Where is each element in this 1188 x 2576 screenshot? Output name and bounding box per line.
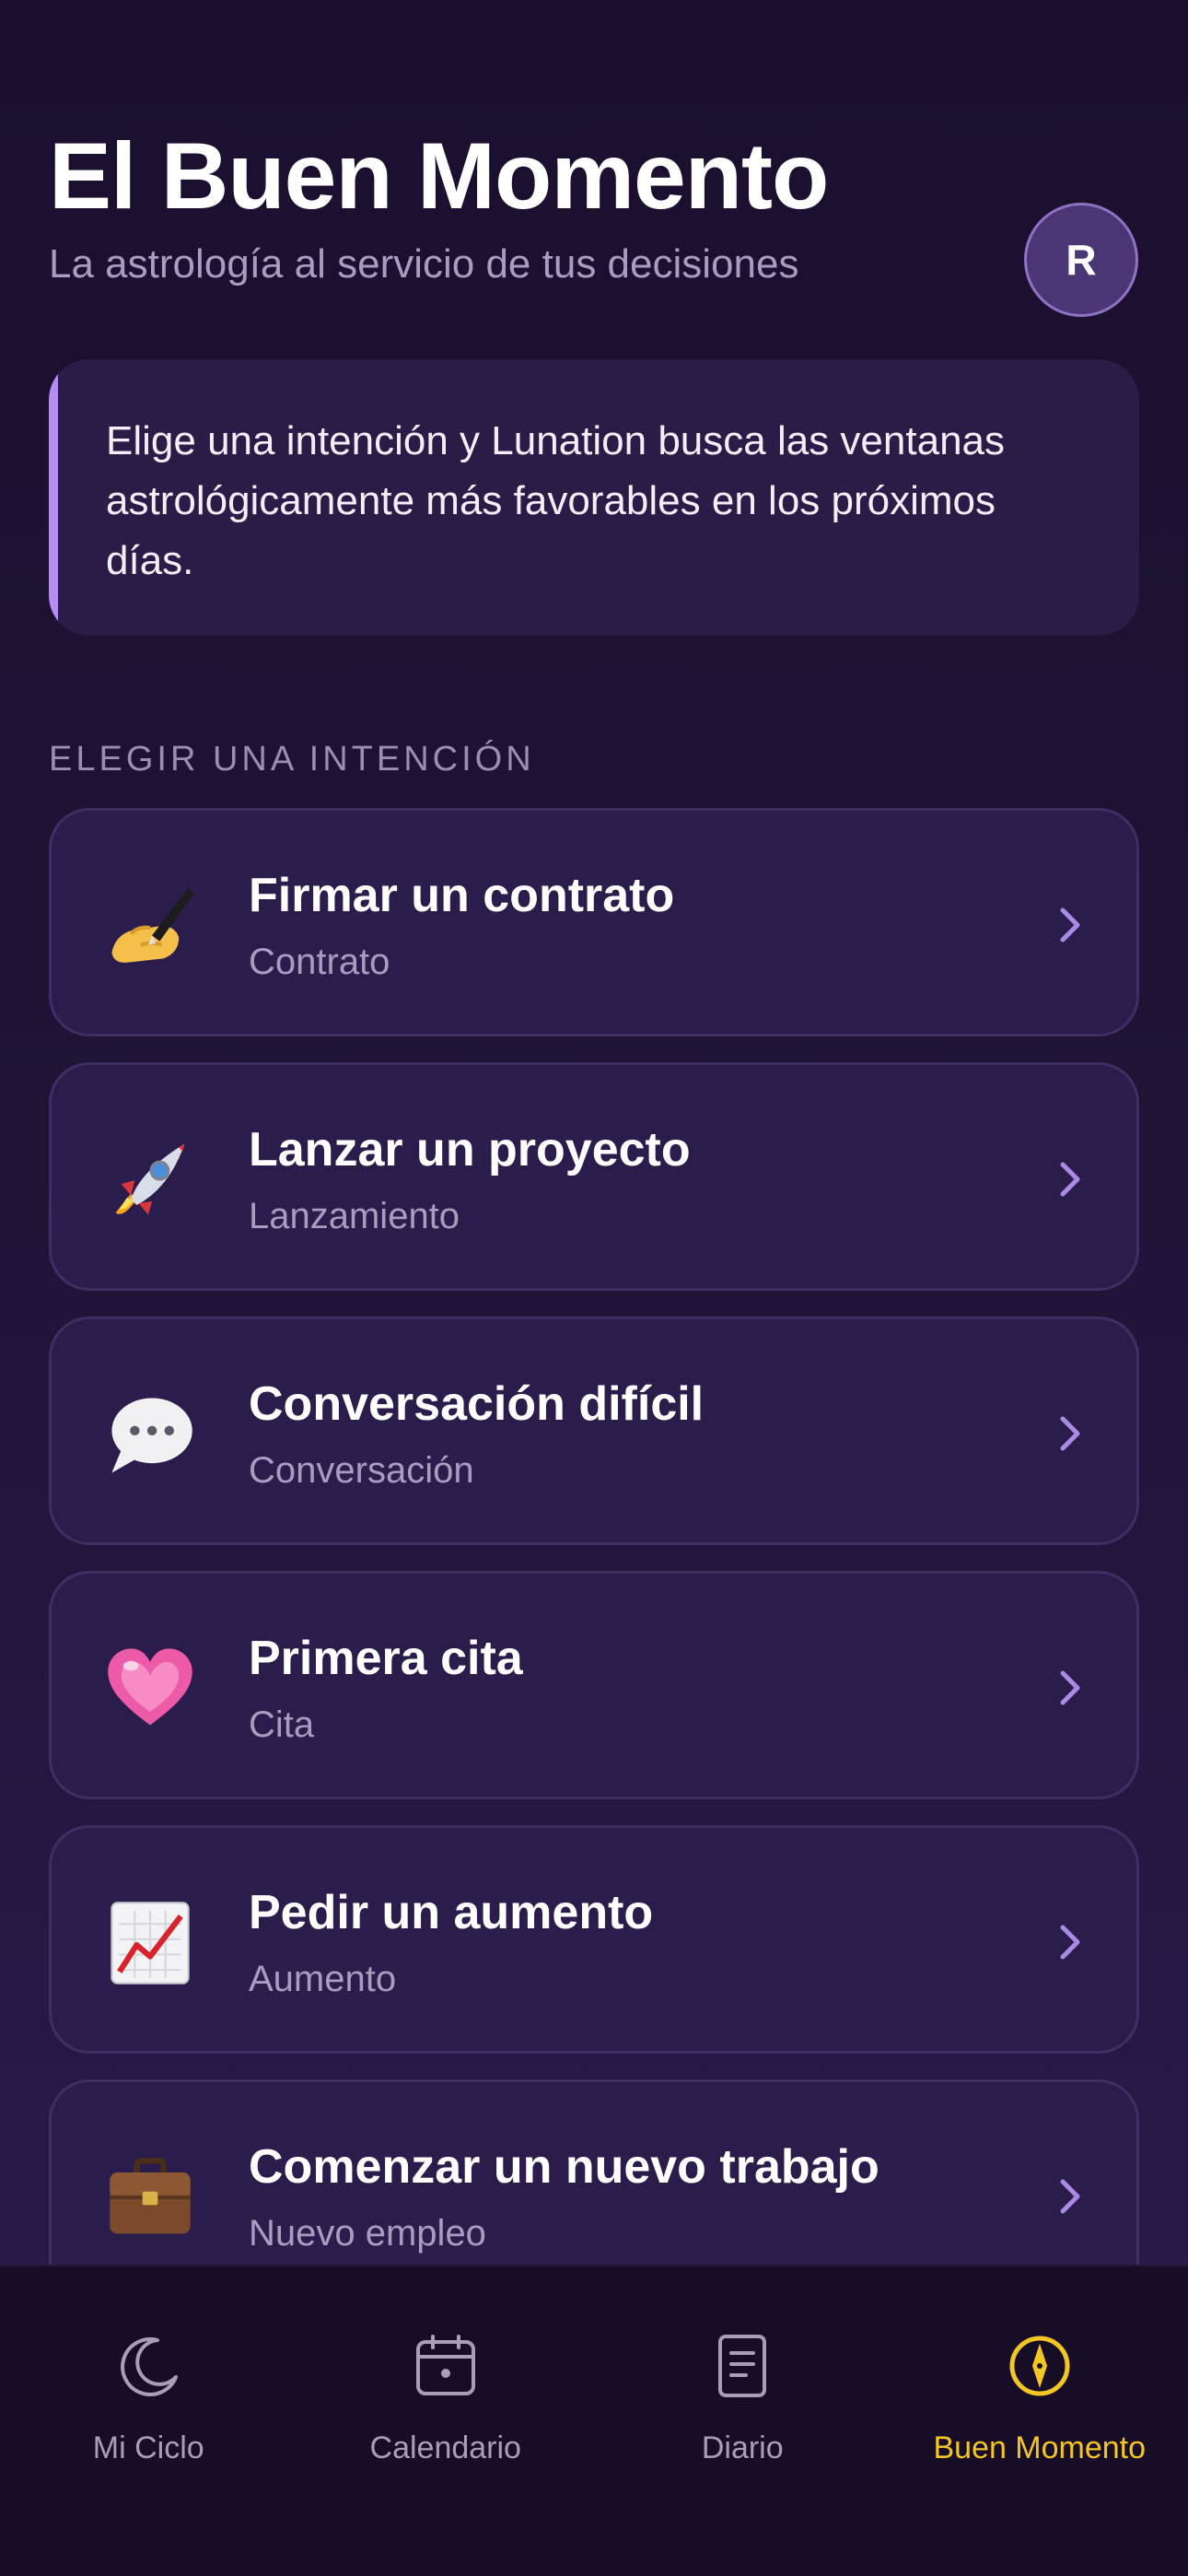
tab-label: Calendario: [369, 2430, 521, 2465]
section-label: ELEGIR UNA INTENCIÓN: [49, 740, 535, 779]
chevron-right-icon: [1060, 1162, 1080, 1197]
intention-title: Lanzar un proyecto: [249, 1123, 691, 1177]
intention-title: Conversación difícil: [249, 1377, 705, 1431]
intention-card-lanzar-proyecto[interactable]: Lanzar un proyecto Lanzamiento: [49, 1062, 1139, 1291]
profile-avatar-button[interactable]: R: [1024, 203, 1138, 317]
chevron-right-icon: [1060, 2179, 1080, 2214]
tab-label: Diario: [701, 2430, 784, 2465]
intention-subtitle: Lanzamiento: [249, 1196, 460, 1236]
info-card: Elige una intención y Lunation busca las…: [49, 359, 1139, 636]
intention-title: Primera cita: [249, 1632, 523, 1685]
briefcase-icon: [99, 2147, 201, 2248]
chevron-right-icon: [1060, 1925, 1080, 1960]
page-title: El Buen Momento: [49, 123, 829, 228]
chevron-right-icon: [1060, 1670, 1080, 1705]
intention-subtitle: Nuevo empleo: [249, 2213, 486, 2254]
intention-subtitle: Contrato: [249, 942, 390, 982]
intention-card-firmar-contrato[interactable]: Firmar un contrato Contrato: [49, 808, 1139, 1036]
chart-increasing-icon: [99, 1892, 201, 1994]
rocket-icon: [99, 1130, 201, 1231]
tab-mi-ciclo[interactable]: Mi Ciclo: [0, 2266, 297, 2576]
calendar-icon: [415, 2335, 475, 2395]
avatar-initial: R: [1066, 236, 1097, 284]
intention-title: Firmar un contrato: [249, 869, 675, 922]
tab-label: Mi Ciclo: [92, 2430, 204, 2465]
header: El Buen Momento La astrología al servici…: [49, 120, 1139, 291]
intention-card-primera-cita[interactable]: Primera cita Cita: [49, 1571, 1139, 1799]
tab-bar: Mi Ciclo Calendario Diario Buen Momento: [0, 2265, 1188, 2576]
chevron-right-icon: [1060, 907, 1080, 943]
tab-calendario[interactable]: Calendario: [297, 2266, 595, 2576]
tab-buen-momento[interactable]: Buen Momento: [891, 2266, 1188, 2576]
intention-title: Comenzar un nuevo trabajo: [249, 2140, 879, 2194]
intention-title: Pedir un aumento: [249, 1886, 654, 1939]
info-card-text: Elige una intención y Lunation busca las…: [106, 418, 1006, 583]
page-subtitle: La astrología al servicio de tus decisio…: [49, 241, 799, 287]
compass-icon: [1009, 2336, 1070, 2396]
heart-icon: [99, 1638, 201, 1739]
chevron-right-icon: [1060, 1416, 1080, 1451]
intention-card-pedir-aumento[interactable]: Pedir un aumento Aumento: [49, 1825, 1139, 2054]
intention-card-conversacion-dificil[interactable]: Conversación difícil Conversación: [49, 1317, 1139, 1545]
speech-bubble-icon: [99, 1384, 201, 1485]
intention-subtitle: Cita: [249, 1704, 315, 1745]
moon-icon: [121, 2336, 179, 2396]
intention-subtitle: Conversación: [249, 1450, 474, 1491]
tab-label: Buen Momento: [933, 2430, 1147, 2465]
intention-list: Firmar un contrato Contrato Lanzar un pr…: [49, 808, 1139, 2334]
tab-diario[interactable]: Diario: [594, 2266, 891, 2576]
writing-hand-icon: [99, 875, 201, 977]
intention-subtitle: Aumento: [249, 1959, 397, 1999]
journal-icon: [718, 2335, 767, 2397]
